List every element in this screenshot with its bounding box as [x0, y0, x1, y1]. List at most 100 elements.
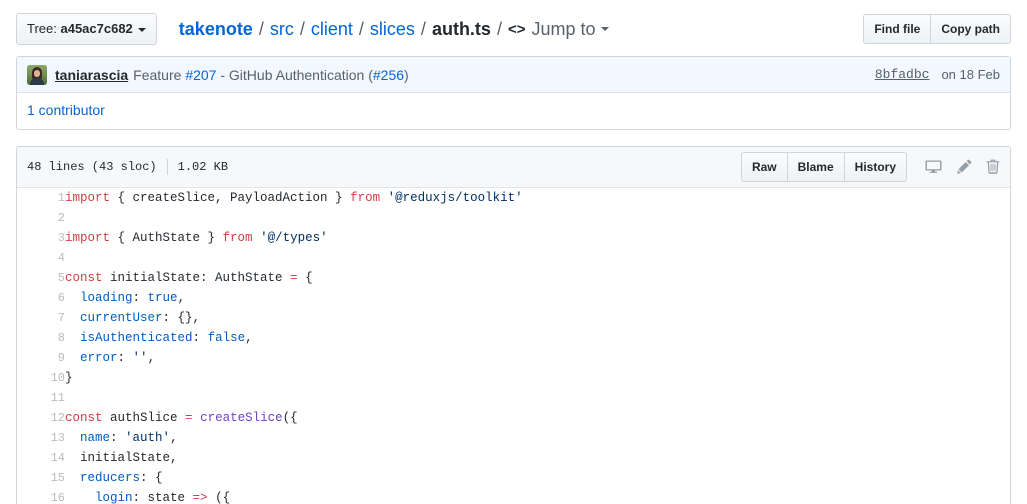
breadcrumb-separator: / — [420, 18, 426, 39]
copy-path-button[interactable]: Copy path — [930, 14, 1011, 44]
commit-issue-link[interactable]: #207 — [185, 67, 216, 83]
line-number[interactable]: 12 — [17, 408, 65, 428]
code-line: 14 initialState, — [17, 448, 1010, 468]
avatar[interactable] — [27, 64, 47, 85]
pencil-icon[interactable] — [956, 159, 972, 175]
code-token: currentUser — [80, 311, 163, 325]
contributors-link[interactable]: 1 contributor — [27, 102, 105, 118]
tree-label: Tree: — [27, 21, 57, 36]
file-lines-count: 48 lines (43 sloc) — [27, 160, 157, 174]
divider — [166, 159, 168, 175]
line-content: initialState, — [65, 448, 1010, 468]
line-number[interactable]: 14 — [17, 448, 65, 468]
line-content: import { createSlice, PayloadAction } fr… — [65, 188, 1010, 208]
code-token: { AuthState } — [110, 231, 223, 245]
line-number[interactable]: 10 — [17, 368, 65, 388]
line-content: const initialState: AuthState = { — [65, 268, 1010, 288]
line-number[interactable]: 5 — [17, 268, 65, 288]
code-token: , — [147, 351, 156, 365]
code-icon: <> — [507, 20, 526, 38]
code-token: { createSlice, PayloadAction } — [110, 191, 351, 205]
code-token: = — [185, 411, 193, 425]
file-actions-group: Find file Copy path — [863, 14, 1011, 44]
raw-button[interactable]: Raw — [740, 152, 787, 182]
line-number[interactable]: 7 — [17, 308, 65, 328]
code-line: 9 error: '', — [17, 348, 1010, 368]
line-number[interactable]: 13 — [17, 428, 65, 448]
code-token: import — [65, 191, 111, 205]
commit-header: taniarascia Feature #207 - GitHub Authen… — [17, 57, 1010, 93]
tree-branch-button[interactable]: Tree: a45ac7c682 — [16, 13, 157, 45]
commit-author-link[interactable]: taniarascia — [55, 67, 128, 83]
file-header-toolbar: 48 lines (43 sloc) 1.02 KB Raw Blame His… — [17, 147, 1010, 188]
breadcrumb: takenote / src / client / slices / auth.… — [179, 19, 609, 40]
commit-pr-link[interactable]: #256 — [373, 67, 404, 83]
line-number[interactable]: 3 — [17, 228, 65, 248]
breadcrumb-separator: / — [299, 18, 305, 39]
file-toolbar-actions: Raw Blame History — [740, 152, 1000, 182]
code-line: 11 — [17, 388, 1010, 408]
line-number[interactable]: 1 — [17, 188, 65, 208]
line-number[interactable]: 2 — [17, 208, 65, 228]
code-token: isAuthenticated — [80, 331, 193, 345]
line-number[interactable]: 16 — [17, 488, 65, 504]
code-token: initialState, — [65, 451, 178, 465]
code-line: 6 loading: true, — [17, 288, 1010, 308]
code-line: 16 login: state => ({ — [17, 488, 1010, 504]
code-token: true — [147, 291, 178, 305]
commit-message-middle: - GitHub Authentication ( — [216, 66, 373, 83]
code-token: false — [207, 331, 246, 345]
find-file-button[interactable]: Find file — [863, 14, 931, 44]
commit-meta: 8bfadbc on 18 Feb — [875, 67, 1000, 82]
line-number[interactable]: 4 — [17, 248, 65, 268]
latest-commit-box: taniarascia Feature #207 - GitHub Authen… — [16, 56, 1011, 130]
line-number[interactable]: 11 — [17, 388, 65, 408]
code-line: 8 isAuthenticated: false, — [17, 328, 1010, 348]
history-button[interactable]: History — [843, 152, 907, 182]
breadcrumb-current-file: auth.ts — [431, 18, 491, 39]
code-line: 12 const authSlice = createSlice({ — [17, 408, 1010, 428]
code-line: 5 const initialState: AuthState = { — [17, 268, 1010, 288]
code-token: loading — [80, 291, 133, 305]
file-navigation-bar: Tree: a45ac7c682 takenote / src / client… — [0, 0, 1027, 56]
code-token: '@/types' — [260, 231, 328, 245]
commit-sha-link[interactable]: 8bfadbc — [875, 67, 930, 82]
line-content: } — [65, 368, 1010, 388]
code-token: ({ — [282, 411, 298, 425]
code-token: from — [222, 231, 253, 245]
chevron-down-icon — [600, 27, 609, 31]
code-token: '' — [132, 351, 148, 365]
line-number[interactable]: 6 — [17, 288, 65, 308]
blame-button[interactable]: Blame — [786, 152, 844, 182]
code-token: : — [192, 331, 208, 345]
trash-icon[interactable] — [986, 159, 1000, 175]
code-token: : state — [132, 491, 193, 504]
jump-to-button[interactable]: <> Jump to — [508, 19, 609, 40]
line-content: error: '', — [65, 348, 1010, 368]
code-token: from — [350, 191, 381, 205]
line-number[interactable]: 8 — [17, 328, 65, 348]
line-content — [65, 388, 1010, 408]
code-token: => — [192, 491, 208, 504]
line-number[interactable]: 9 — [17, 348, 65, 368]
code-token: , — [170, 431, 178, 445]
line-number[interactable]: 15 — [17, 468, 65, 488]
breadcrumb-separator: / — [496, 18, 502, 39]
desktop-icon[interactable] — [925, 159, 942, 175]
breadcrumb-segment-slices[interactable]: slices — [370, 19, 415, 40]
code-token: : — [132, 291, 148, 305]
breadcrumb-segment-src[interactable]: src — [270, 19, 294, 40]
code-token: : — [110, 431, 126, 445]
breadcrumb-repo-link[interactable]: takenote — [179, 19, 253, 40]
code-token: error — [80, 351, 118, 365]
code-token: authSlice — [102, 411, 186, 425]
breadcrumb-segment-client[interactable]: client — [311, 19, 353, 40]
line-content: isAuthenticated: false, — [65, 328, 1010, 348]
line-content — [65, 208, 1010, 228]
